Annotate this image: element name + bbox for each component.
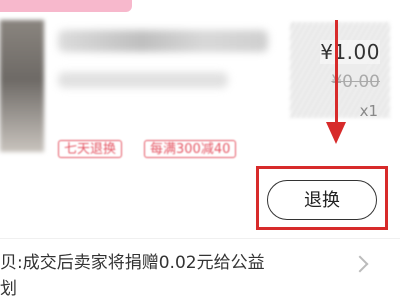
banner-strip bbox=[0, 0, 132, 12]
charity-note-line-2: 划 bbox=[0, 279, 17, 299]
down-arrow-icon-head bbox=[326, 122, 346, 144]
service-tag-seven-day-return: 七天退换 bbox=[58, 140, 123, 158]
down-arrow-icon bbox=[335, 20, 338, 128]
original-price: ¥0.00 bbox=[331, 72, 380, 92]
product-thumbnail[interactable] bbox=[0, 20, 44, 152]
product-title-line-2 bbox=[58, 72, 228, 88]
chevron-right-icon[interactable] bbox=[351, 255, 369, 273]
order-detail-screen: 七天退换 每满300减40 ¥1.00 ¥0.00 x1 退换 贝:成交后卖家将… bbox=[0, 0, 400, 300]
product-title-line-1 bbox=[58, 30, 268, 52]
item-quantity: x1 bbox=[359, 102, 378, 120]
section-divider bbox=[0, 238, 400, 239]
service-tag-discount: 每满300减40 bbox=[144, 140, 237, 158]
charity-note-line-1[interactable]: 贝:成交后卖家将捐赠0.02元给公益 bbox=[0, 250, 340, 276]
item-price: ¥1.00 bbox=[320, 40, 380, 64]
return-exchange-button[interactable]: 退换 bbox=[267, 180, 377, 220]
